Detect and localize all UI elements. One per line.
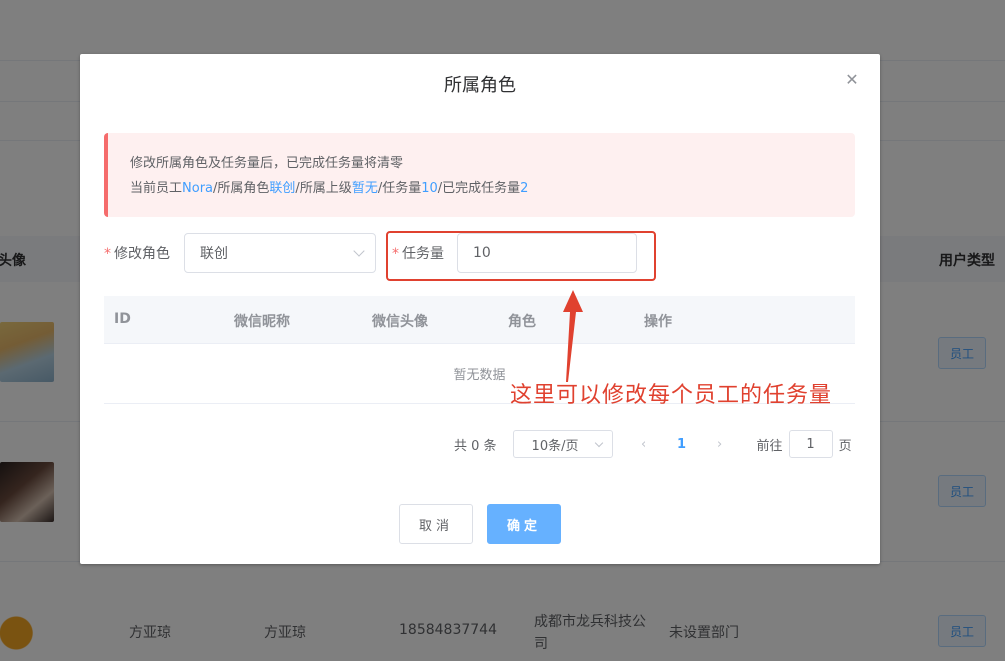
annotation-text: 这里可以修改每个员工的任务量 <box>510 383 833 408</box>
role-select-value: 联创 <box>200 246 228 262</box>
role-select[interactable]: 联创 <box>184 233 376 273</box>
page-size-value: 10条/页 <box>531 438 579 454</box>
role-dialog: 所属角色 ✕ 修改所属角色及任务量后，已完成任务量将清零 当前员工Nora/所属… <box>80 54 880 564</box>
column-header-avatar: 微信头像 <box>372 314 428 330</box>
table-header: ID 微信昵称 微信头像 角色 操作 <box>104 296 855 344</box>
role-label: * 修改角色 <box>104 243 170 263</box>
annotation-arrow-icon <box>563 290 583 382</box>
pagination-total: 共 0 条 <box>454 438 497 454</box>
alert-line-1: 修改所属角色及任务量后，已完成任务量将清零 <box>130 156 404 171</box>
alert-role: 联创 <box>269 181 296 196</box>
column-header-role: 角色 <box>508 314 536 330</box>
chevron-down-icon <box>353 245 365 257</box>
role-label-text: 修改角色 <box>114 246 170 262</box>
chevron-down-icon <box>594 438 603 448</box>
close-icon[interactable]: ✕ <box>844 72 860 88</box>
alert-prefix-superior: /所属上级 <box>295 181 352 196</box>
page-size-select[interactable]: 10条/页 <box>512 430 613 458</box>
required-mark: * <box>104 246 111 262</box>
page-number[interactable]: 1 <box>667 437 697 452</box>
next-page-icon[interactable]: › <box>705 437 735 452</box>
alert-prefix-task: /任务量 <box>377 181 422 196</box>
alert-prefix-employee: 当前员工 <box>130 181 183 196</box>
alert-prefix-role: /所属角色 <box>213 181 270 196</box>
pagination: 共 0 条 10条/页 ‹ 1 › 前往 1 页 <box>454 430 852 458</box>
prev-page-icon[interactable]: ‹ <box>629 437 659 452</box>
confirm-button[interactable]: 确定 <box>487 504 561 544</box>
column-header-action: 操作 <box>644 314 672 330</box>
alert-task: 10 <box>421 181 438 196</box>
goto-page-input[interactable]: 1 <box>788 430 833 458</box>
column-header-id: ID <box>114 311 131 327</box>
goto-suffix: 页 <box>838 438 852 454</box>
alert-employee-name: Nora <box>182 181 214 196</box>
column-header-nickname: 微信昵称 <box>234 314 290 330</box>
annotation-highlight-box <box>386 231 656 281</box>
cancel-button[interactable]: 取消 <box>399 504 473 544</box>
goto-label: 前往 <box>756 438 783 454</box>
dialog-title: 所属角色 <box>444 75 516 96</box>
goto-page-value: 1 <box>806 436 815 452</box>
alert-superior: 暂无 <box>351 181 378 196</box>
warning-alert: 修改所属角色及任务量后，已完成任务量将清零 当前员工Nora/所属角色联创/所属… <box>104 133 855 217</box>
alert-prefix-done: /已完成任务量 <box>437 181 521 196</box>
empty-text-label: 暂无数据 <box>453 368 506 383</box>
alert-line-2: 当前员工Nora/所属角色联创/所属上级暂无/任务量10/已完成任务量2 <box>130 176 833 201</box>
alert-done: 2 <box>520 181 529 196</box>
